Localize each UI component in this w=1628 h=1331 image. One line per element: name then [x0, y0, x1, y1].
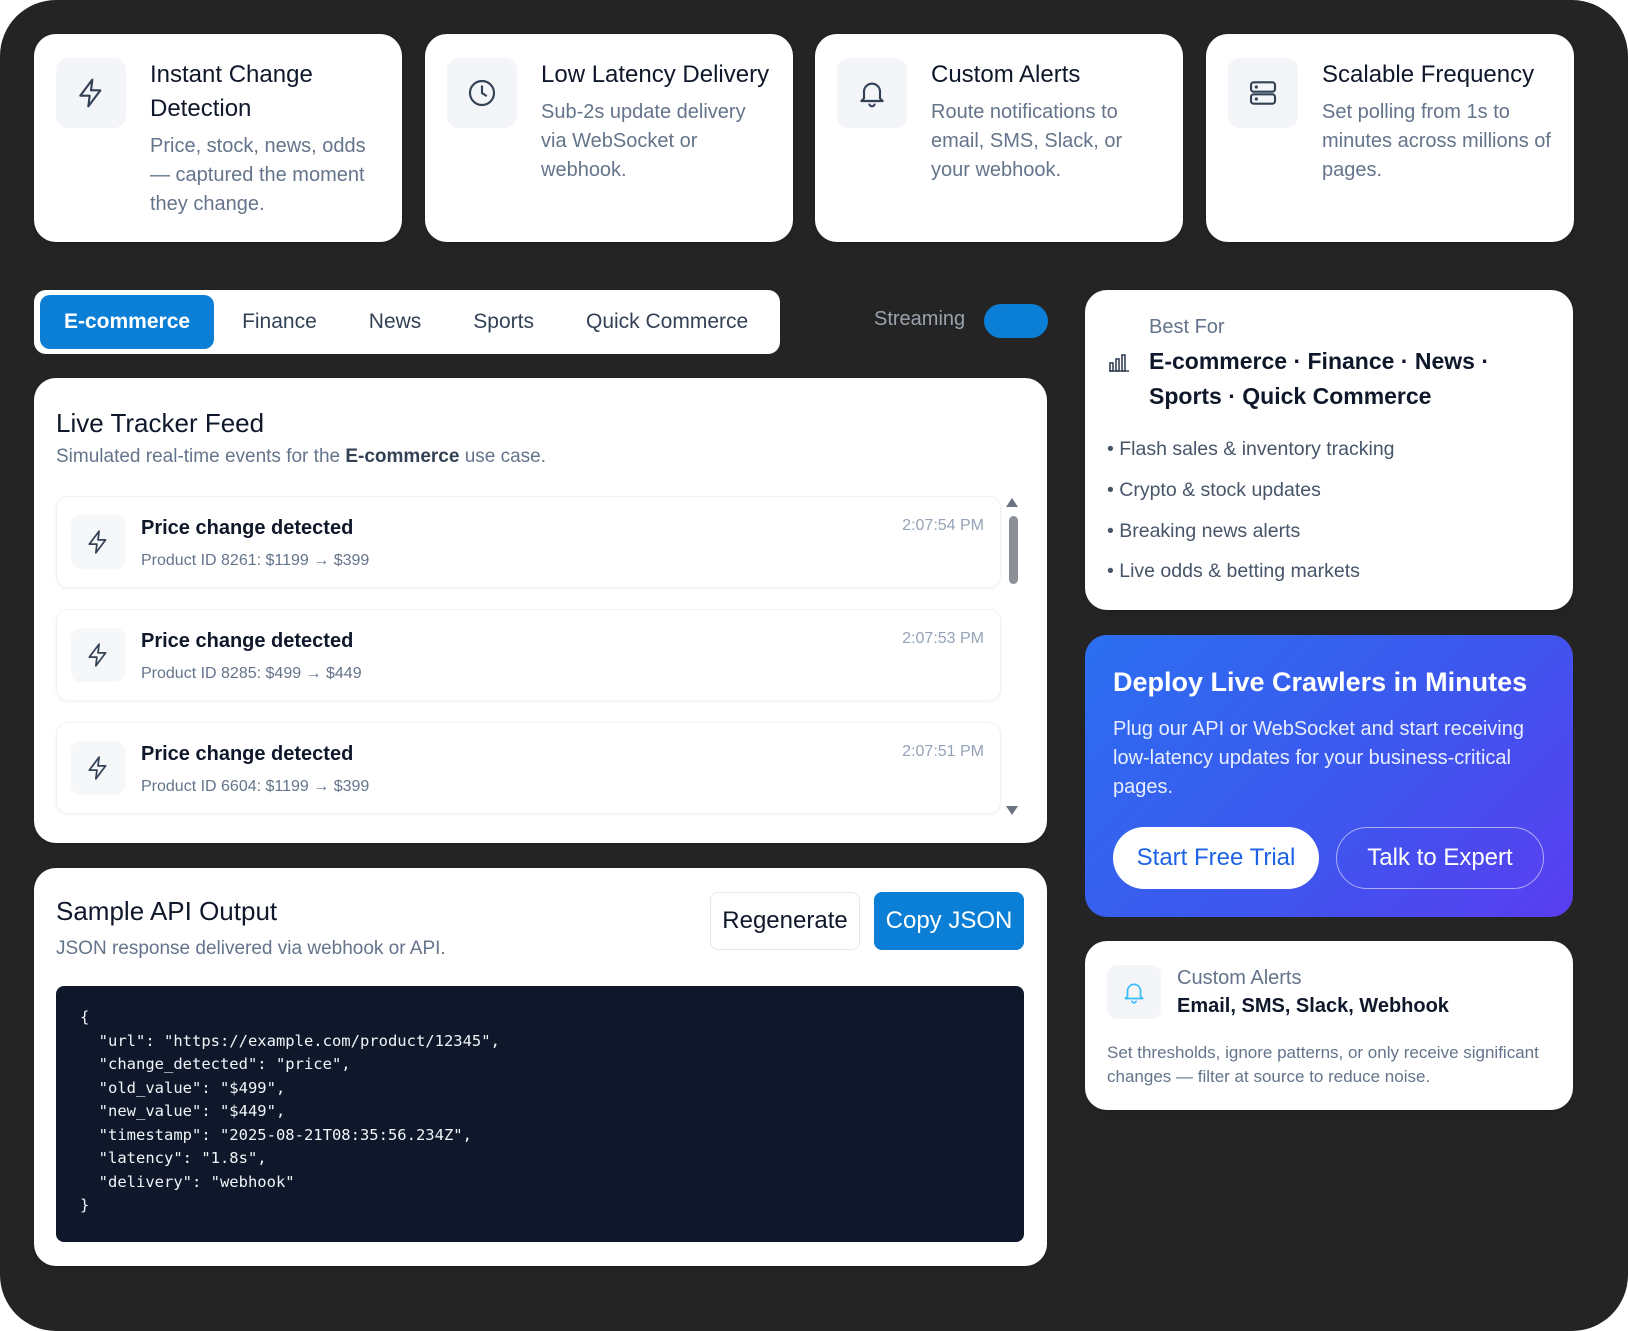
lightning-icon — [71, 741, 125, 795]
deploy-cta-card: Deploy Live Crawlers in Minutes Plug our… — [1085, 635, 1573, 917]
copy-json-button[interactable]: Copy JSON — [874, 892, 1024, 950]
use-case-tabs: E-commerce Finance News Sports Quick Com… — [34, 290, 780, 354]
api-subtitle: JSON response delivered via webhook or A… — [56, 938, 446, 959]
app-frame: Instant Change Detection Price, stock, n… — [0, 0, 1628, 1331]
deploy-title: Deploy Live Crawlers in Minutes — [1113, 667, 1528, 697]
feature-card-custom-alerts: Custom Alerts Route notifications to ema… — [815, 34, 1183, 242]
feature-desc: Route notifications to email, SMS, Slack… — [931, 101, 1123, 181]
lightning-icon — [71, 628, 125, 682]
feature-card-scalable-frequency: Scalable Frequency Set polling from 1s t… — [1206, 34, 1574, 242]
event-title: Price change detected — [141, 517, 354, 539]
scroll-down-arrow-icon[interactable] — [1006, 806, 1018, 815]
feature-card-instant-change: Instant Change Detection Price, stock, n… — [34, 34, 402, 242]
tab-quick-commerce[interactable]: Quick Commerce — [562, 295, 772, 349]
feature-card-low-latency: Low Latency Delivery Sub-2s update deliv… — [425, 34, 793, 242]
api-title: Sample API Output — [56, 896, 278, 926]
clock-icon — [447, 58, 517, 128]
json-code-block: { "url": "https://example.com/product/12… — [56, 986, 1024, 1242]
event-desc: Product ID 6604: $1199 → $399 — [141, 778, 370, 795]
best-for-bullet: • Live odds & betting markets — [1107, 560, 1360, 582]
alerts-label: Custom Alerts — [1177, 967, 1302, 989]
feed-sub-usecase: E-commerce — [345, 446, 460, 467]
best-for-bullet: • Flash sales & inventory tracking — [1107, 438, 1395, 460]
scroll-up-arrow-icon[interactable] — [1006, 498, 1018, 507]
list-item[interactable]: Price change detected Product ID 6604: $… — [56, 722, 1001, 814]
feature-title: Instant Change Detection — [150, 61, 313, 122]
event-desc: Product ID 8261: $1199 → $399 — [141, 552, 370, 569]
bell-icon — [837, 58, 907, 128]
event-time: 2:07:51 PM — [902, 743, 984, 760]
start-free-trial-button[interactable]: Start Free Trial — [1113, 827, 1319, 889]
talk-to-expert-button[interactable]: Talk to Expert — [1336, 827, 1544, 889]
server-icon — [1228, 58, 1298, 128]
bar-chart-icon — [1109, 354, 1129, 372]
feature-desc: Sub-2s update delivery via WebSocket or … — [541, 101, 746, 181]
feature-title: Low Latency Delivery — [541, 61, 770, 88]
list-item[interactable]: Price change detected Product ID 8261: $… — [56, 496, 1001, 588]
event-time: 2:07:54 PM — [902, 517, 984, 534]
feed-scrollbar-thumb[interactable] — [1009, 516, 1018, 584]
event-title: Price change detected — [141, 743, 354, 765]
best-for-categories: E-commerce · Finance · News · Sports · Q… — [1149, 348, 1489, 409]
feature-desc: Price, stock, news, odds — captured the … — [150, 135, 366, 215]
sample-api-output: Sample API Output JSON response delivere… — [34, 868, 1047, 1266]
feature-title: Custom Alerts — [931, 61, 1081, 88]
streaming-label: Streaming — [874, 308, 966, 330]
best-for-card: Best For E-commerce · Finance · News · S… — [1085, 290, 1573, 610]
best-for-bullet: • Breaking news alerts — [1107, 520, 1301, 542]
best-for-label: Best For — [1149, 316, 1225, 338]
feed-title: Live Tracker Feed — [56, 408, 265, 438]
tab-finance[interactable]: Finance — [218, 295, 341, 349]
tab-ecommerce[interactable]: E-commerce — [40, 295, 215, 349]
feature-desc: Set polling from 1s to minutes across mi… — [1322, 101, 1551, 181]
feed-sub-prefix: Simulated real-time events for the — [56, 446, 346, 467]
bell-icon — [1107, 965, 1161, 1019]
tab-news[interactable]: News — [345, 295, 446, 349]
custom-alerts-card: Custom Alerts Email, SMS, Slack, Webhook… — [1085, 941, 1573, 1110]
event-desc: Product ID 8285: $499 → $449 — [141, 665, 362, 682]
live-tracker-feed: Live Tracker Feed Simulated real-time ev… — [34, 378, 1047, 843]
feed-subtitle: Simulated real-time events for the E-com… — [56, 446, 546, 468]
streaming-toggle[interactable] — [984, 304, 1048, 338]
feature-title: Scalable Frequency — [1322, 61, 1535, 88]
lightning-icon — [56, 58, 126, 128]
alerts-desc: Set thresholds, ignore patterns, or only… — [1107, 1043, 1539, 1086]
deploy-desc: Plug our API or WebSocket and start rece… — [1113, 718, 1524, 798]
event-time: 2:07:53 PM — [902, 630, 984, 647]
lightning-icon — [71, 515, 125, 569]
event-title: Price change detected — [141, 630, 354, 652]
regenerate-button[interactable]: Regenerate — [710, 892, 860, 950]
tab-sports[interactable]: Sports — [449, 295, 558, 349]
toggle-knob — [1017, 307, 1045, 335]
best-for-bullet: • Crypto & stock updates — [1107, 479, 1321, 501]
feed-sub-suffix: use case. — [459, 446, 547, 467]
alerts-channels: Email, SMS, Slack, Webhook — [1177, 995, 1449, 1017]
list-item[interactable]: Price change detected Product ID 8285: $… — [56, 609, 1001, 701]
